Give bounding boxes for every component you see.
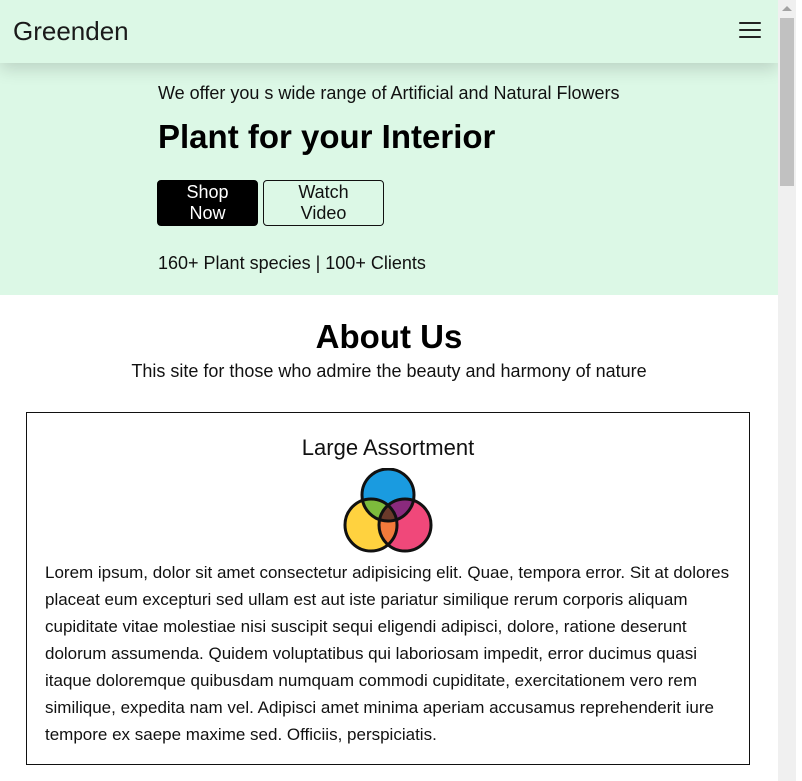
hero-section: We offer you s wide range of Artificial … — [0, 63, 778, 295]
hero-stats: 160+ Plant species | 100+ Clients — [158, 253, 426, 273]
card-description: Lorem ipsum, dolor sit amet consectetur … — [45, 563, 730, 744]
about-subtitle: This site for those who admire the beaut… — [131, 361, 647, 381]
feature-card: Large Assortment Lorem ipsum, dolor sit … — [26, 412, 750, 765]
navbar: Greenden — [0, 0, 778, 63]
about-title: About Us — [315, 318, 463, 355]
hamburger-menu-icon[interactable] — [739, 22, 761, 39]
venn-circles-icon — [343, 468, 433, 553]
hero-subtitle: We offer you s wide range of Artificial … — [158, 83, 620, 103]
page-scrollbar[interactable] — [778, 0, 796, 781]
page-viewport: Greenden We offer you s wide range of Ar… — [0, 0, 778, 781]
brand-logo[interactable]: Greenden — [13, 16, 129, 47]
shop-now-button[interactable]: Shop Now — [157, 180, 258, 226]
scroll-up-arrow-icon[interactable] — [782, 6, 792, 11]
card-title: Large Assortment — [301, 435, 475, 460]
scrollbar-thumb[interactable] — [780, 18, 794, 186]
watch-video-button[interactable]: Watch Video — [263, 180, 384, 226]
hero-title: Plant for your Interior — [158, 118, 496, 155]
